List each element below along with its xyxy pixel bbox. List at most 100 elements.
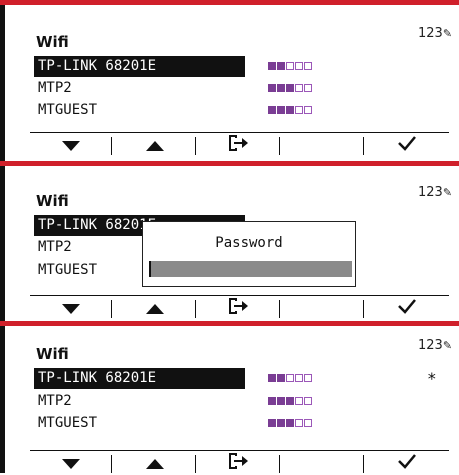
pencil-icon: ✎ <box>442 339 453 352</box>
blank-softkey[interactable] <box>282 451 364 475</box>
network-name: TP-LINK 68201E <box>34 56 245 77</box>
softkey-separator <box>110 137 112 155</box>
enter-softkey[interactable] <box>198 296 280 320</box>
enter-softkey[interactable] <box>198 451 280 475</box>
signal-bar <box>268 106 276 114</box>
pencil-icon: ✎ <box>442 27 453 40</box>
network-row[interactable]: MTGUEST <box>34 100 434 121</box>
signal-bar <box>286 62 294 70</box>
softkey-separator <box>278 455 280 473</box>
page-title: Wifi <box>36 345 69 363</box>
network-row[interactable]: TP-LINK 68201E * <box>34 368 437 389</box>
softkey-separator <box>110 455 112 473</box>
signal-bar <box>268 419 276 427</box>
softkey-separator <box>278 137 280 155</box>
dialog-title: Password <box>215 235 283 251</box>
signal-bar <box>286 106 294 114</box>
enter-icon <box>229 298 249 318</box>
signal-bar <box>295 62 303 70</box>
network-name: MTGUEST <box>38 262 98 278</box>
checkmark-icon <box>397 298 417 318</box>
text-cursor <box>149 261 151 277</box>
network-name: MTGUEST <box>38 102 98 118</box>
signal-bar <box>304 419 312 427</box>
down-arrow-softkey[interactable] <box>30 451 112 475</box>
enter-icon <box>229 453 249 473</box>
checkmark-icon <box>397 453 417 473</box>
network-row[interactable]: MTP2 <box>34 391 434 412</box>
down-arrow-icon <box>62 454 80 473</box>
signal-bar <box>295 397 303 405</box>
wifi-screen-1: Wifi 123✎ TP-LINK 68201E MTP2 MTGUEST <box>0 0 459 160</box>
softkey-bar <box>30 295 449 320</box>
signal-strength-icon <box>268 106 312 116</box>
signal-bar <box>295 374 303 382</box>
up-arrow-softkey[interactable] <box>114 451 196 475</box>
signal-bar <box>286 419 294 427</box>
signal-bar <box>295 84 303 92</box>
softkey-separator <box>194 137 196 155</box>
signal-bar <box>277 397 285 405</box>
signal-bar <box>268 397 276 405</box>
signal-strength-icon <box>268 374 312 384</box>
network-name: MTP2 <box>38 239 72 255</box>
signal-bar <box>304 84 312 92</box>
signal-bar <box>304 397 312 405</box>
signal-bar <box>304 374 312 382</box>
signal-bar <box>286 374 294 382</box>
down-arrow-softkey[interactable] <box>30 133 112 157</box>
signal-strength-icon <box>268 397 312 407</box>
signal-bar <box>277 374 285 382</box>
softkey-separator <box>194 300 196 318</box>
checkmark-softkey[interactable] <box>366 296 448 320</box>
network-row[interactable]: MTGUEST <box>34 413 434 434</box>
up-arrow-softkey[interactable] <box>114 296 196 320</box>
input-mode-indicator[interactable]: 123✎ <box>418 338 452 353</box>
password-dialog: Password <box>142 221 356 287</box>
password-input[interactable] <box>149 261 352 277</box>
enter-icon <box>229 135 249 155</box>
enter-softkey[interactable] <box>198 133 280 157</box>
signal-bar <box>295 419 303 427</box>
signal-bar <box>277 419 285 427</box>
signal-bar <box>286 397 294 405</box>
up-arrow-softkey[interactable] <box>114 133 196 157</box>
signal-bar <box>268 62 276 70</box>
softkey-separator <box>362 455 364 473</box>
signal-strength-icon <box>268 84 312 94</box>
network-name: MTP2 <box>38 393 72 409</box>
softkey-separator <box>278 300 280 318</box>
up-arrow-icon <box>146 454 164 473</box>
signal-bar <box>304 106 312 114</box>
page-title: Wifi <box>36 192 69 210</box>
signal-strength-icon <box>268 62 312 72</box>
softkey-separator <box>110 300 112 318</box>
signal-bar <box>268 84 276 92</box>
softkey-separator <box>194 455 196 473</box>
up-arrow-icon <box>146 136 164 155</box>
checkmark-softkey[interactable] <box>366 133 448 157</box>
network-name: MTGUEST <box>38 415 98 431</box>
blank-softkey[interactable] <box>282 296 364 320</box>
down-arrow-icon <box>62 136 80 155</box>
signal-bar <box>268 374 276 382</box>
signal-bar <box>286 84 294 92</box>
down-arrow-softkey[interactable] <box>30 296 112 320</box>
softkey-bar <box>30 450 449 475</box>
checkmark-softkey[interactable] <box>366 451 448 475</box>
softkey-separator <box>362 300 364 318</box>
softkey-bar <box>30 132 449 157</box>
down-arrow-icon <box>62 299 80 318</box>
blank-softkey[interactable] <box>282 133 364 157</box>
network-row[interactable]: MTP2 <box>34 78 434 99</box>
network-row[interactable]: TP-LINK 68201E <box>34 56 434 77</box>
softkey-separator <box>362 137 364 155</box>
network-name: MTP2 <box>38 80 72 96</box>
signal-bar <box>277 106 285 114</box>
up-arrow-icon <box>146 299 164 318</box>
page-title: Wifi <box>36 33 69 51</box>
signal-bar <box>277 62 285 70</box>
input-mode-indicator[interactable]: 123✎ <box>418 26 452 41</box>
input-mode-indicator[interactable]: 123✎ <box>418 185 452 200</box>
pencil-icon: ✎ <box>442 186 453 199</box>
